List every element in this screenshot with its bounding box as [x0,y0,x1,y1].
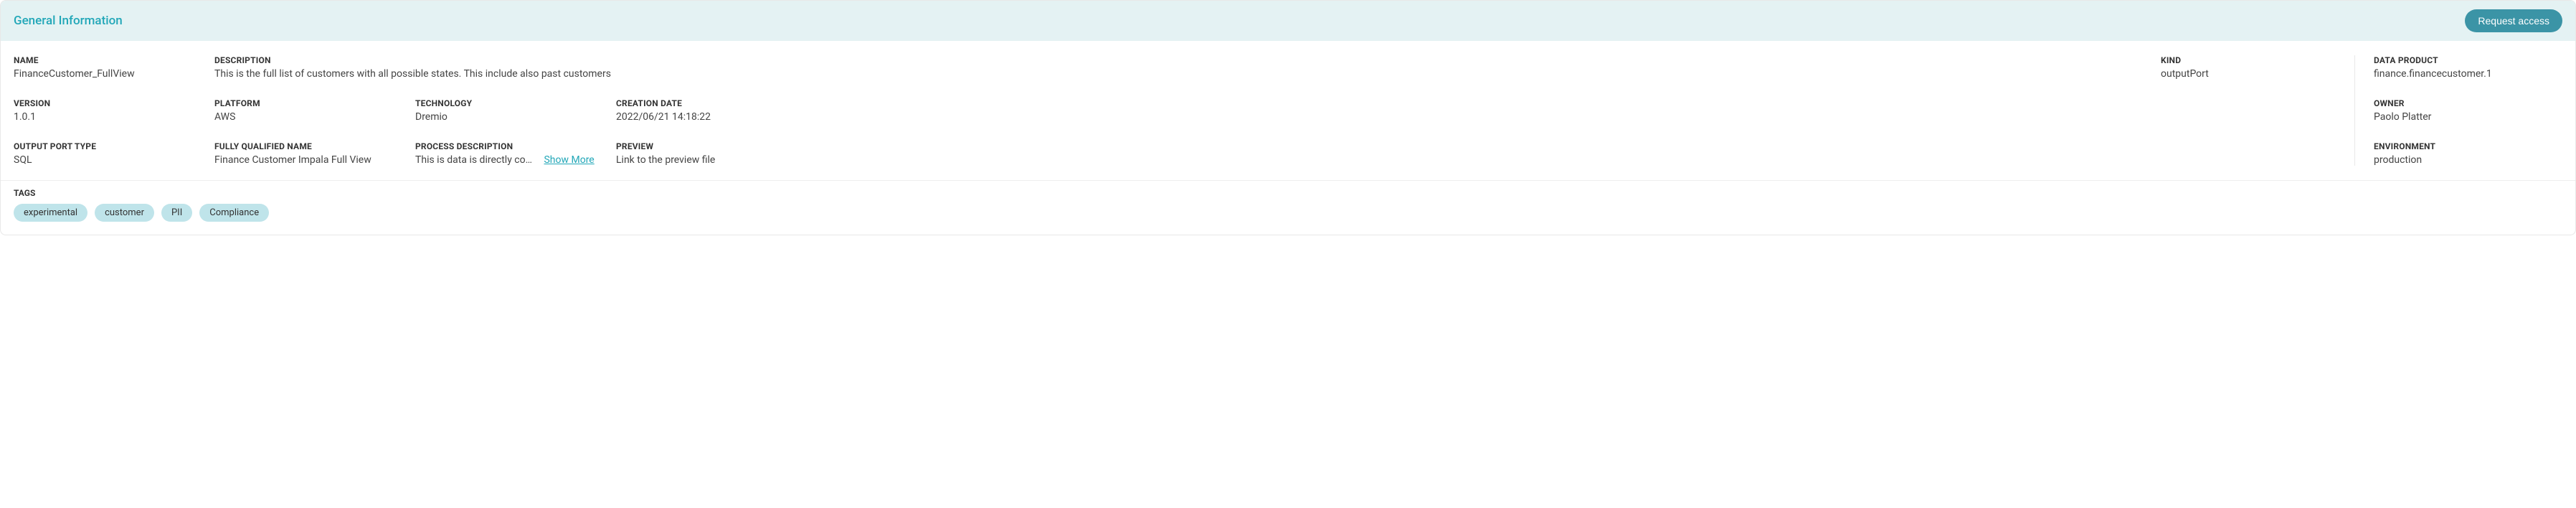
field-label: CREATION DATE [616,98,802,108]
preview-link[interactable]: Link to the preview file [616,154,802,166]
show-more-link[interactable]: Show More [544,154,594,166]
info-row-1: NAME FinanceCustomer_FullView DESCRIPTIO… [14,55,2347,80]
field-data-product: DATA PRODUCT finance.financecustomer.1 [2374,55,2562,80]
field-value: FinanceCustomer_FullView [14,68,200,80]
field-creation-date: CREATION DATE 2022/06/21 14:18:22 [616,98,802,123]
field-label: KIND [2161,55,2347,65]
field-value: AWS [214,111,401,123]
field-process-description: PROCESS DESCRIPTION This is data is dire… [415,141,602,166]
field-value: SQL [14,154,200,166]
field-value: outputPort [2161,68,2347,80]
process-description-text: This is data is directly comin… [415,154,537,166]
info-row-3: OUTPUT PORT TYPE SQL FULLY QUALIFIED NAM… [14,141,2347,166]
general-information-card: General Information Request access NAME … [0,0,2576,235]
field-value: Finance Customer Impala Full View [214,154,401,166]
field-label: OUTPUT PORT TYPE [14,141,200,151]
info-row-2: VERSION 1.0.1 PLATFORM AWS TECHNOLOGY Dr… [14,98,2347,123]
tags-label: TAGS [14,188,2562,198]
field-label: PROCESS DESCRIPTION [415,141,602,151]
right-column: DATA PRODUCT finance.financecustomer.1 O… [2354,55,2562,166]
tags-row: experimental customer PII Compliance [14,204,2562,222]
card-header: General Information Request access [1,1,2575,41]
field-platform: PLATFORM AWS [214,98,401,123]
field-value: Dremio [415,111,602,123]
field-owner: OWNER Paolo Platter [2374,98,2562,123]
field-environment: ENVIRONMENT production [2374,141,2562,166]
field-version: VERSION 1.0.1 [14,98,200,123]
card-title: General Information [14,14,123,28]
field-name: NAME FinanceCustomer_FullView [14,55,200,80]
field-value: 2022/06/21 14:18:22 [616,111,802,123]
tag-item[interactable]: PII [161,204,192,222]
left-column: NAME FinanceCustomer_FullView DESCRIPTIO… [14,55,2347,166]
tag-item[interactable]: experimental [14,204,87,222]
field-value: finance.financecustomer.1 [2374,68,2562,80]
tag-item[interactable]: customer [95,204,154,222]
field-preview: PREVIEW Link to the preview file [616,141,802,166]
field-fully-qualified-name: FULLY QUALIFIED NAME Finance Customer Im… [214,141,401,166]
field-label: OWNER [2374,98,2562,108]
field-label: PREVIEW [616,141,802,151]
request-access-button[interactable]: Request access [2465,9,2562,32]
field-kind: KIND outputPort [2161,55,2347,80]
tag-item[interactable]: Compliance [199,204,269,222]
field-label: NAME [14,55,200,65]
field-value: 1.0.1 [14,111,200,123]
field-label: PLATFORM [214,98,401,108]
field-label: TECHNOLOGY [415,98,602,108]
field-label: ENVIRONMENT [2374,141,2562,151]
field-value: This is the full list of customers with … [214,68,2146,80]
field-value: This is data is directly comin… Show Mor… [415,154,602,166]
field-technology: TECHNOLOGY Dremio [415,98,602,123]
field-label: FULLY QUALIFIED NAME [214,141,401,151]
field-label: DATA PRODUCT [2374,55,2562,65]
field-output-port-type: OUTPUT PORT TYPE SQL [14,141,200,166]
tags-section: TAGS experimental customer PII Complianc… [1,181,2575,235]
field-label: DESCRIPTION [214,55,2146,65]
card-body: NAME FinanceCustomer_FullView DESCRIPTIO… [1,41,2575,170]
field-value: production [2374,154,2562,166]
field-description: DESCRIPTION This is the full list of cus… [214,55,2146,80]
field-value: Paolo Platter [2374,111,2562,123]
field-label: VERSION [14,98,200,108]
